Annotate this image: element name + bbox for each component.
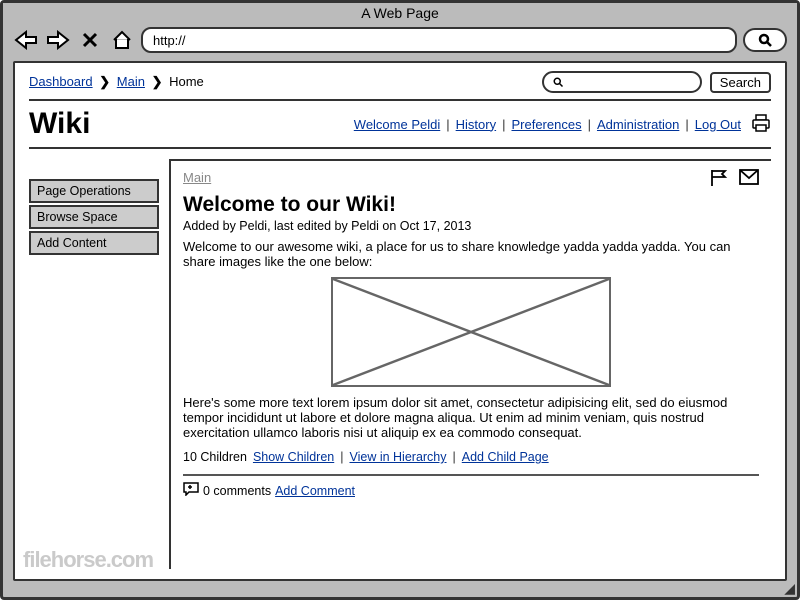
home-button[interactable] — [109, 29, 135, 51]
sidebar-browse-space[interactable]: Browse Space — [29, 205, 159, 229]
search-button[interactable]: Search — [710, 72, 771, 93]
back-button[interactable] — [13, 29, 39, 51]
content-crumb[interactable]: Main — [183, 170, 211, 185]
link-add-child-page[interactable]: Add Child Page — [462, 450, 549, 464]
mail-icon[interactable] — [739, 169, 759, 192]
breadcrumb: Dashboard ❯ Main ❯ Home — [29, 74, 204, 90]
chevron-icon: ❯ — [99, 74, 110, 89]
divider — [183, 474, 759, 476]
children-count: 10 Children — [183, 450, 247, 464]
top-nav: Welcome Peldi | History | Preferences | … — [354, 114, 771, 135]
link-history[interactable]: History — [456, 117, 496, 132]
link-administration[interactable]: Administration — [597, 117, 679, 132]
sidebar-add-content[interactable]: Add Content — [29, 231, 159, 255]
comments-row: 0 comments Add Comment — [183, 482, 759, 499]
divider — [29, 99, 771, 101]
resize-grip-icon: ◢ — [784, 580, 795, 597]
children-row: 10 ChildrenShow Children | View in Hiera… — [183, 450, 759, 464]
browser-window: A Web Page http:// Dashboard ❯ Main ❯ — [0, 0, 800, 600]
link-logout[interactable]: Log Out — [695, 117, 741, 132]
link-preferences[interactable]: Preferences — [511, 117, 581, 132]
link-add-comment[interactable]: Add Comment — [275, 484, 355, 498]
breadcrumb-dashboard[interactable]: Dashboard — [29, 74, 93, 89]
stop-button[interactable] — [77, 29, 103, 51]
intro-paragraph: Welcome to our awesome wiki, a place for… — [183, 239, 759, 269]
page-title: Welcome to our Wiki! — [183, 193, 759, 217]
content-panel: Main Welcome to our Wiki! Added by Peldi… — [169, 159, 771, 569]
sidebar: Page Operations Browse Space Add Content — [29, 159, 169, 569]
sidebar-page-operations[interactable]: Page Operations — [29, 179, 159, 203]
site-title: Wiki — [29, 107, 90, 141]
comment-icon — [183, 482, 199, 499]
browser-search-button[interactable] — [743, 28, 787, 52]
page-content: Dashboard ❯ Main ❯ Home Search Wiki Welc… — [13, 61, 787, 581]
browser-toolbar: http:// — [3, 23, 797, 61]
link-show-children[interactable]: Show Children — [253, 450, 334, 464]
flag-icon[interactable] — [709, 169, 729, 192]
link-view-hierarchy[interactable]: View in Hierarchy — [349, 450, 446, 464]
search-input[interactable] — [542, 71, 702, 93]
url-bar[interactable]: http:// — [141, 27, 737, 53]
divider — [29, 147, 771, 149]
comments-count: 0 comments — [203, 484, 271, 498]
search-icon — [552, 76, 564, 88]
print-icon[interactable] — [751, 114, 771, 135]
link-welcome[interactable]: Welcome Peldi — [354, 117, 440, 132]
window-title: A Web Page — [3, 3, 797, 23]
forward-button[interactable] — [45, 29, 71, 51]
breadcrumb-home: Home — [169, 74, 204, 89]
byline: Added by Peldi, last edited by Peldi on … — [183, 219, 759, 233]
image-placeholder — [331, 277, 611, 387]
url-text: http:// — [153, 33, 186, 48]
body-paragraph: Here's some more text lorem ipsum dolor … — [183, 395, 759, 440]
breadcrumb-main[interactable]: Main — [117, 74, 145, 89]
chevron-icon: ❯ — [152, 74, 163, 89]
